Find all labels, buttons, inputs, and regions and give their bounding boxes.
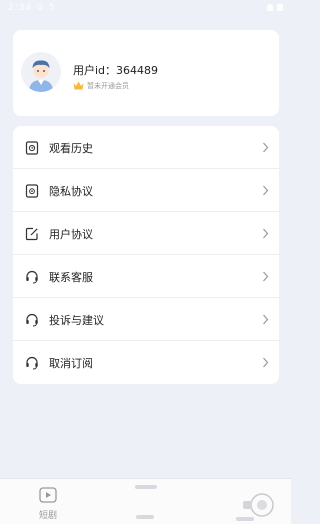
privacy-icon: [25, 184, 39, 198]
tab-label: 短剧: [38, 511, 57, 521]
battery-icon: [277, 4, 283, 11]
status-time: 2:34 ① 5: [8, 3, 56, 13]
profile-card[interactable]: 用户id：364489 暂未开通会员: [13, 30, 279, 116]
menu-item-label: 隐私协议: [49, 185, 93, 198]
tab-short-drama[interactable]: 短剧: [18, 479, 78, 524]
menu-item-feedback[interactable]: 投诉与建议: [13, 298, 279, 341]
headset-icon: [26, 270, 38, 284]
tab-middle[interactable]: [115, 479, 175, 524]
settings-menu: 观看历史 隐私协议 用户协议 联系客服 投诉与建议 取消订阅: [13, 126, 279, 384]
chevron-right-icon: [263, 357, 269, 368]
tab-label-placeholder: [136, 515, 154, 519]
wifi-icon: [267, 4, 273, 11]
menu-item-label: 取消订阅: [49, 357, 93, 370]
status-bar: 2:34 ① 5: [0, 0, 291, 18]
chevron-right-icon: [263, 142, 269, 153]
menu-item-user-agreement[interactable]: 用户协议: [13, 212, 279, 255]
chevron-right-icon: [263, 271, 269, 282]
tab-icon-placeholder: [135, 485, 157, 489]
avatar-illustration-icon: [21, 52, 61, 92]
menu-item-label: 观看历史: [49, 142, 93, 155]
crown-icon: [73, 81, 84, 90]
menu-item-privacy-policy[interactable]: 隐私协议: [13, 169, 279, 212]
user-id: 用户id：364489: [73, 64, 159, 77]
menu-item-label: 联系客服: [49, 271, 93, 284]
chevron-right-icon: [263, 228, 269, 239]
chevron-right-icon: [263, 314, 269, 325]
pc6-logo-icon: [243, 493, 274, 517]
menu-item-contact-support[interactable]: 联系客服: [13, 255, 279, 298]
menu-item-watch-history[interactable]: 观看历史: [13, 126, 279, 169]
chevron-right-icon: [263, 185, 269, 196]
history-icon: [25, 141, 39, 155]
vip-status-text: 暂未开通会员: [87, 82, 129, 90]
headset-icon: [26, 313, 38, 327]
menu-item-cancel-subscription[interactable]: 取消订阅: [13, 341, 279, 384]
avatar[interactable]: [21, 52, 61, 92]
agreement-icon: [25, 227, 38, 241]
headset-icon: [26, 356, 38, 370]
video-icon: [39, 487, 57, 503]
menu-item-label: 用户协议: [49, 228, 93, 241]
status-icons: [267, 4, 283, 12]
menu-item-label: 投诉与建议: [49, 314, 104, 327]
